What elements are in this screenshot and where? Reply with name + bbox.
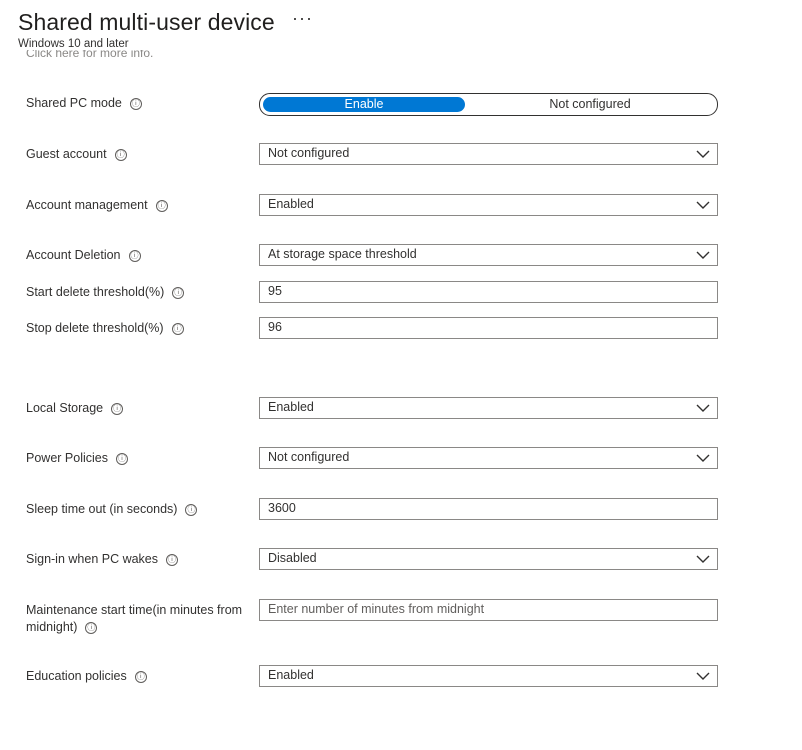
power-policies-dropdown[interactable]: Not configured [259,447,718,469]
sleep-timeout-label-text: Sleep time out (in seconds) [26,502,178,516]
info-icon[interactable]: ⓘ [166,554,179,566]
shared-pc-mode-toggle[interactable]: Enable Not configured [259,93,718,116]
maintenance-start-time-label: Maintenance start time(in minutes from m… [26,602,242,636]
start-delete-threshold-input[interactable]: 95 [259,281,718,303]
local-storage-value: Enabled [268,400,314,414]
local-storage-label-text: Local Storage [26,401,104,415]
more-options-icon[interactable]: ··· [292,8,313,29]
chevron-down-icon [696,201,710,209]
account-deletion-label: Account Deletion ⓘ [26,247,141,264]
education-policies-value: Enabled [268,668,314,682]
start-delete-threshold-label-text: Start delete threshold(%) [26,285,165,299]
chevron-down-icon [696,251,710,259]
page-title: Shared multi-user device [18,9,275,35]
signin-when-pc-wakes-value: Disabled [268,551,317,565]
shared-pc-mode-enable-option[interactable]: Enable [263,97,465,112]
info-icon[interactable]: ⓘ [129,98,142,110]
power-policies-label: Power Policies ⓘ [26,450,128,467]
account-deletion-value: At storage space threshold [268,247,417,261]
account-deletion-dropdown[interactable]: At storage space threshold [259,244,718,266]
maintenance-label-line1: Maintenance start time(in minutes from [26,603,243,617]
power-policies-value: Not configured [268,450,350,464]
stop-delete-threshold-label: Stop delete threshold(%) ⓘ [26,320,184,337]
power-policies-label-text: Power Policies [26,451,108,465]
shared-pc-mode-label: Shared PC mode ⓘ [26,95,142,112]
info-icon[interactable]: ⓘ [111,403,124,415]
info-icon[interactable]: ⓘ [85,622,98,634]
maintenance-label-line2: midnight) [26,620,78,634]
info-icon[interactable]: ⓘ [114,149,127,161]
sleep-timeout-value: 3600 [268,501,296,515]
guest-account-label-text: Guest account [26,147,107,161]
stop-delete-threshold-label-text: Stop delete threshold(%) [26,321,164,335]
info-icon[interactable]: ⓘ [155,200,168,212]
chevron-down-icon [696,150,710,158]
maintenance-start-time-input[interactable]: Enter number of minutes from midnight [259,599,718,621]
stop-delete-threshold-input[interactable]: 96 [259,317,718,339]
shared-pc-mode-label-text: Shared PC mode [26,96,122,110]
page-subtitle: Windows 10 and later [18,38,129,50]
account-management-value: Enabled [268,197,314,211]
guest-account-label: Guest account ⓘ [26,146,127,163]
maintenance-start-time-placeholder: Enter number of minutes from midnight [268,602,485,616]
info-icon[interactable]: ⓘ [134,671,147,683]
sleep-timeout-input[interactable]: 3600 [259,498,718,520]
chevron-down-icon [696,672,710,680]
shared-pc-mode-not-configured-option[interactable]: Not configured [466,97,714,112]
account-deletion-label-text: Account Deletion [26,248,121,262]
signin-when-pc-wakes-label-text: Sign-in when PC wakes [26,552,159,566]
education-policies-label-text: Education policies [26,669,127,683]
chevron-down-icon [696,404,710,412]
account-management-dropdown[interactable]: Enabled [259,194,718,216]
info-icon[interactable]: ⓘ [128,250,141,262]
page-header: Shared multi-user device [18,6,275,38]
guest-account-value: Not configured [268,146,350,160]
guest-account-dropdown[interactable]: Not configured [259,143,718,165]
stop-delete-threshold-value: 96 [268,320,282,334]
more-info-link[interactable]: Click here for more info. [26,50,153,59]
education-policies-label: Education policies ⓘ [26,668,147,685]
signin-when-pc-wakes-dropdown[interactable]: Disabled [259,548,718,570]
start-delete-threshold-value: 95 [268,284,282,298]
chevron-down-icon [696,555,710,563]
info-icon[interactable]: ⓘ [115,453,128,465]
signin-when-pc-wakes-label: Sign-in when PC wakes ⓘ [26,551,179,568]
start-delete-threshold-label: Start delete threshold(%) ⓘ [26,284,185,301]
account-management-label-text: Account management [26,198,148,212]
local-storage-dropdown[interactable]: Enabled [259,397,718,419]
chevron-down-icon [696,454,710,462]
sleep-timeout-label: Sleep time out (in seconds) ⓘ [26,501,198,518]
education-policies-dropdown[interactable]: Enabled [259,665,718,687]
more-info-link-text: Click here for more info. [26,50,154,59]
info-icon[interactable]: ⓘ [172,287,185,299]
info-icon[interactable]: ⓘ [185,504,198,516]
local-storage-label: Local Storage ⓘ [26,400,124,417]
account-management-label: Account management ⓘ [26,197,168,214]
info-icon[interactable]: ⓘ [171,323,184,335]
